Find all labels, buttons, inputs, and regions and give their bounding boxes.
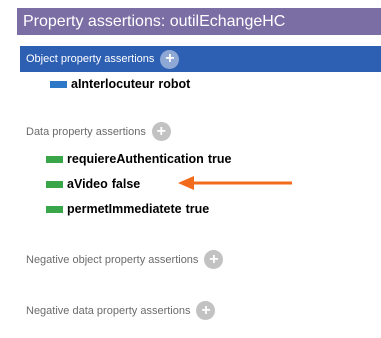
data-property-icon — [46, 180, 63, 188]
object-property-assertions-header[interactable]: Object property assertions + — [20, 46, 381, 72]
object-property-icon — [50, 80, 67, 88]
negative-data-property-assertions-header: Negative data property assertions + — [26, 301, 216, 320]
object-assertion-property: aInterlocuteur — [71, 77, 155, 91]
object-property-assertions-label: Object property assertions — [26, 53, 155, 65]
negative-data-property-assertions-label: Negative data property assertions — [26, 304, 191, 317]
data-property-icon — [46, 205, 63, 213]
negative-object-property-assertions-header: Negative object property assertions + — [26, 250, 224, 269]
data-property-assertions-header: Data property assertions + — [26, 122, 171, 141]
add-data-property-icon[interactable]: + — [151, 122, 171, 141]
object-assertion-row[interactable]: aInterlocuteur robot — [50, 77, 190, 91]
negative-object-property-assertions-label: Negative object property assertions — [26, 253, 199, 266]
data-property-icon — [46, 155, 63, 163]
data-assertion-value: true — [185, 202, 210, 216]
add-object-property-icon[interactable]: + — [160, 49, 180, 69]
data-assertion-property: permetImmediatete — [67, 202, 182, 216]
add-negative-object-property-icon[interactable]: + — [204, 250, 224, 269]
orange-arrow-annotation — [178, 176, 292, 190]
data-assertion-value: false — [111, 177, 141, 191]
object-assertion-value: robot — [158, 77, 191, 91]
data-assertion-row[interactable]: permetImmediatete true — [46, 202, 209, 216]
data-assertion-row[interactable]: aVideo false — [46, 177, 140, 191]
panel-title: Property assertions: outilEchangeHC — [17, 8, 381, 35]
data-assertion-row[interactable]: requiereAuthentication true — [46, 152, 231, 166]
data-property-assertions-label: Data property assertions — [26, 125, 146, 138]
data-assertion-value: true — [207, 152, 232, 166]
data-assertion-property: aVideo — [67, 177, 108, 191]
data-assertion-property: requiereAuthentication — [67, 152, 204, 166]
add-negative-data-property-icon[interactable]: + — [196, 301, 216, 320]
